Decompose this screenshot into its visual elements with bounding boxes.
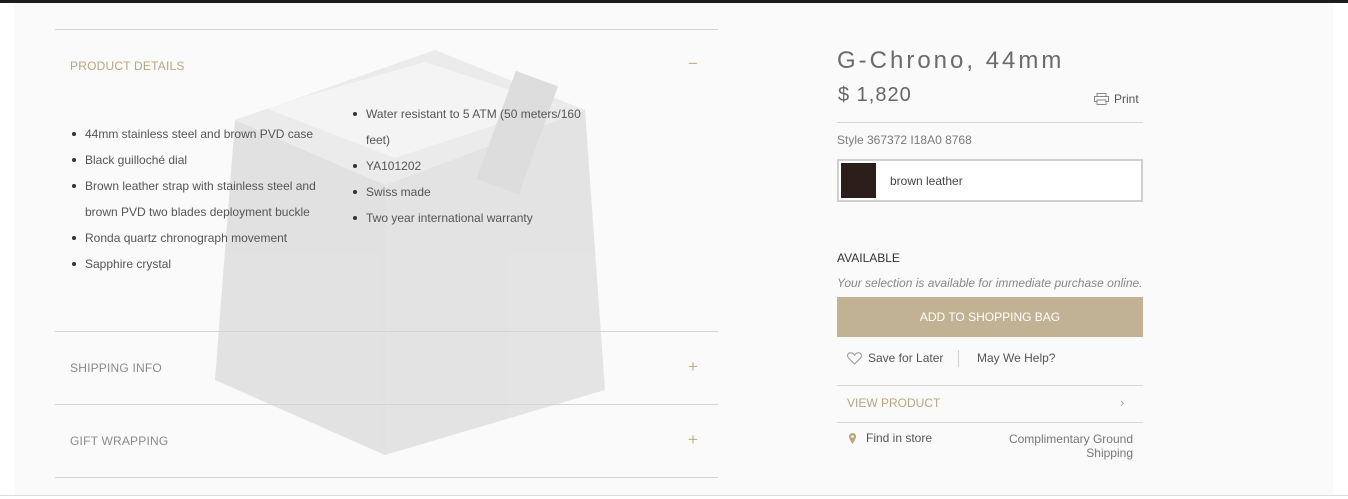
- location-pin-icon: [849, 432, 856, 444]
- print-label: Print: [1114, 92, 1139, 106]
- product-style-number: Style 367372 I18A0 8768: [837, 133, 972, 147]
- list-item: Water resistant to 5 ATM (50 meters/160 …: [353, 101, 601, 153]
- heart-icon: [847, 351, 862, 365]
- shipping-note: Complimentary Ground Shipping: [1008, 432, 1133, 460]
- accordion-title-shipping-info[interactable]: SHIPPING INFO: [70, 361, 162, 375]
- save-for-later-label: Save for Later: [868, 351, 944, 365]
- bottom-border: [0, 495, 1348, 496]
- accordion-divider: [55, 404, 718, 405]
- plus-icon[interactable]: +: [682, 430, 704, 450]
- product-title: G-Chrono, 44mm: [837, 47, 1065, 74]
- product-details-list-left: 44mm stainless steel and brown PVD case …: [70, 121, 320, 277]
- plus-icon[interactable]: +: [682, 357, 704, 377]
- variant-swatch: [841, 163, 876, 198]
- product-price: $ 1,820: [838, 84, 912, 106]
- availability-status: AVAILABLE: [837, 251, 900, 265]
- list-item: YA101202: [353, 153, 601, 179]
- may-we-help-link[interactable]: May We Help?: [977, 351, 1055, 365]
- variant-selector[interactable]: brown leather: [837, 159, 1143, 202]
- availability-note: Your selection is available for immediat…: [837, 276, 1143, 290]
- list-item: Swiss made: [353, 179, 601, 205]
- view-product-link[interactable]: VIEW PRODUCT: [847, 396, 940, 410]
- find-in-store-label: Find in store: [866, 431, 933, 445]
- list-item: 44mm stainless steel and brown PVD case: [72, 121, 320, 147]
- accordion-divider: [55, 29, 718, 30]
- minus-icon[interactable]: −: [682, 54, 704, 74]
- print-icon: [1094, 93, 1109, 105]
- separator: [958, 350, 959, 367]
- divider: [837, 122, 1143, 123]
- list-item: Black guilloché dial: [72, 147, 320, 173]
- save-for-later-link[interactable]: Save for Later: [847, 351, 943, 365]
- divider: [837, 385, 1143, 386]
- variant-label: brown leather: [890, 174, 963, 188]
- list-item: Ronda quartz chronograph movement: [72, 225, 320, 251]
- divider: [837, 422, 1143, 423]
- list-item: Sapphire crystal: [72, 251, 320, 277]
- list-item: Brown leather strap with stainless steel…: [72, 173, 320, 225]
- accordion-title-gift-wrapping[interactable]: GIFT WRAPPING: [70, 434, 168, 448]
- product-details-list-right: Water resistant to 5 ATM (50 meters/160 …: [351, 101, 601, 231]
- accordion-title-product-details[interactable]: PRODUCT DETAILS: [70, 59, 185, 73]
- chevron-right-icon[interactable]: ›: [1120, 395, 1124, 410]
- accordion-divider: [55, 331, 718, 332]
- print-button[interactable]: Print: [1094, 92, 1139, 106]
- list-item: Two year international warranty: [353, 205, 601, 231]
- find-in-store-link[interactable]: Find in store: [849, 431, 932, 445]
- accordion-divider: [55, 477, 718, 478]
- add-to-shopping-bag-button[interactable]: ADD TO SHOPPING BAG: [837, 297, 1143, 337]
